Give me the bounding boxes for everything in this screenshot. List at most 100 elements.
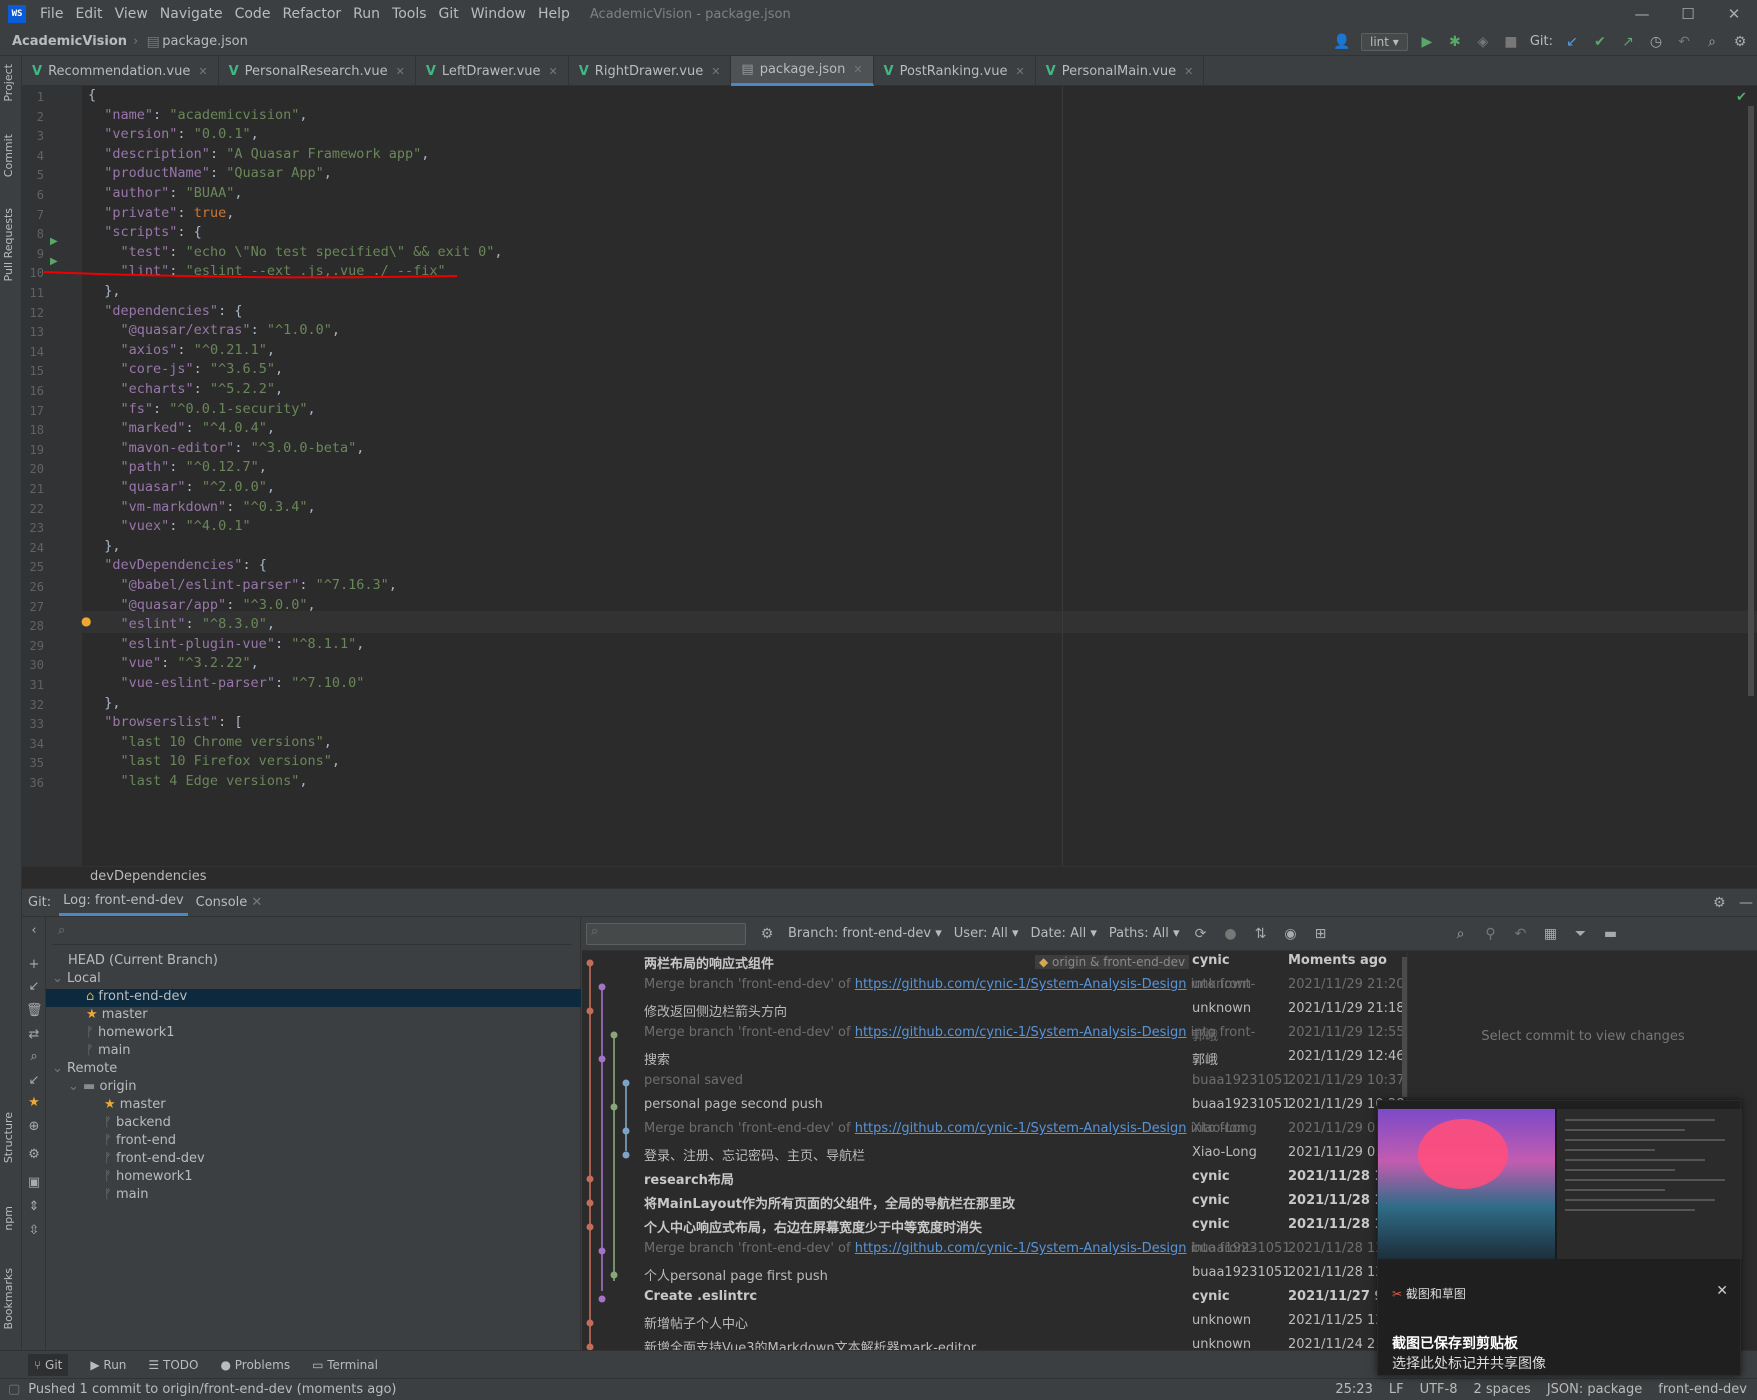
code-line[interactable]: {	[88, 87, 96, 103]
code-line[interactable]: "core-js": "^3.6.5",	[88, 361, 284, 377]
code-line[interactable]: "@quasar/extras": "^1.0.0",	[88, 322, 340, 338]
inspection-ok-icon[interactable]: ✔	[1736, 90, 1747, 105]
menu-window[interactable]: Window	[465, 0, 532, 28]
tree-local-front-end-dev[interactable]: ⌂ front-end-dev	[46, 989, 581, 1007]
tree-head[interactable]: HEAD (Current Branch)	[68, 953, 218, 968]
run-config-select[interactable]: lint ▾	[1361, 32, 1408, 51]
hide-panel-icon[interactable]: —	[1739, 895, 1757, 911]
menu-tools[interactable]: Tools	[386, 0, 433, 28]
code-line[interactable]: "echarts": "^5.2.2",	[88, 381, 284, 397]
collapse-left-icon[interactable]: ‹	[26, 923, 42, 938]
code-line[interactable]: "eslint": "^8.3.0",	[88, 616, 275, 632]
breadcrumb-project[interactable]: AcademicVision	[12, 34, 127, 49]
compare-branch-icon[interactable]: ⇄	[26, 1027, 42, 1042]
commit-row[interactable]: personal saved buaa19231051 2021/11/29 10:…	[582, 1073, 1407, 1097]
detail-pin-icon[interactable]: ⚲	[1482, 926, 1500, 942]
bottom-tool-todo[interactable]: ☰ TODO	[148, 1358, 198, 1372]
code-line[interactable]: },	[88, 695, 120, 711]
rollback-icon[interactable]: ↶	[1675, 34, 1693, 50]
commit-row[interactable]: Merge branch 'front-end-dev' of https://…	[582, 1025, 1407, 1049]
commit-row[interactable]: 个人personal page first push buaa19231051 20…	[582, 1265, 1407, 1289]
menu-help[interactable]: Help	[532, 0, 576, 28]
log-search-input[interactable]: ⌕	[586, 922, 746, 945]
code-line[interactable]: "@quasar/app": "^3.0.0",	[88, 597, 316, 613]
menu-git[interactable]: Git	[433, 0, 465, 28]
code-line[interactable]: },	[88, 283, 120, 299]
editor-tab[interactable]: V RightDrawer.vue ✕	[569, 56, 732, 86]
intention-bulb-icon[interactable]: ●	[81, 614, 91, 628]
line-separator[interactable]: LF	[1389, 1382, 1404, 1397]
commit-row[interactable]: 个人中心响应式布局，右边在屏幕宽度少于中等宽度时消失 cynic 2021/11/2…	[582, 1217, 1407, 1241]
git-update-icon[interactable]: ↙	[1563, 34, 1581, 50]
menu-refactor[interactable]: Refactor	[276, 0, 347, 28]
code-line[interactable]: "test": "echo \"No test specified\" && e…	[88, 244, 503, 260]
code-line[interactable]: "scripts": {	[88, 224, 202, 240]
tab-close-icon[interactable]: ✕	[1184, 65, 1193, 78]
history-icon[interactable]: ◷	[1647, 34, 1665, 50]
file-encoding[interactable]: UTF-8	[1420, 1382, 1458, 1397]
commit-row[interactable]: personal page second push buaa19231051 202…	[582, 1097, 1407, 1121]
code-line[interactable]: "author": "BUAA",	[88, 185, 242, 201]
code-line[interactable]: "@babel/eslint-parser": "^7.16.3",	[88, 577, 397, 593]
tab-close-icon[interactable]: ✕	[1015, 65, 1024, 78]
status-window-icon[interactable]: ▢	[8, 1382, 20, 1397]
tool-npm[interactable]: npm	[2, 1206, 15, 1231]
favorite-star-icon[interactable]: ★	[26, 1095, 42, 1110]
commit-row[interactable]: 新增全面支持Vue3的Markdown文本解析器mark-editor unkno…	[582, 1337, 1407, 1351]
detail-revert-icon[interactable]: ↶	[1512, 926, 1530, 942]
filter-date[interactable]: Date: All ▾	[1030, 926, 1096, 941]
group-by-directory-icon[interactable]: ▣	[26, 1175, 42, 1190]
filter-paths[interactable]: Paths: All ▾	[1109, 926, 1180, 941]
commit-repo-link[interactable]: https://github.com/cynic-1/System-Analys…	[855, 1241, 1187, 1256]
code-line[interactable]: "marked": "^4.0.4",	[88, 420, 275, 436]
tree-local[interactable]: ⌄ Local	[52, 971, 101, 986]
layout-icon[interactable]: ▬	[1602, 926, 1620, 942]
code-line[interactable]: "path": "^0.12.7",	[88, 459, 267, 475]
commit-row[interactable]: Merge branch 'front-end-dev' of https://…	[582, 1121, 1407, 1145]
code-line[interactable]: "last 10 Chrome versions",	[88, 734, 332, 750]
menu-edit[interactable]: Edit	[69, 0, 108, 28]
run-icon[interactable]: ▶	[1418, 34, 1436, 50]
editor-breadcrumb[interactable]: devDependencies	[22, 866, 1757, 888]
code-line[interactable]: "last 10 Firefox versions",	[88, 753, 340, 769]
branch-search-input[interactable]: ⌕	[52, 923, 572, 945]
commit-repo-link[interactable]: https://github.com/cynic-1/System-Analys…	[855, 1121, 1187, 1136]
tab-close-icon[interactable]: ✕	[396, 65, 405, 78]
current-branch[interactable]: front-end-dev	[1658, 1382, 1747, 1397]
filter-branch[interactable]: Branch: front-end-dev ▾	[788, 926, 942, 941]
menu-view[interactable]: View	[109, 0, 154, 28]
refresh-icon[interactable]: ⟳	[1192, 926, 1210, 942]
tree-local-master[interactable]: ★ master	[86, 1007, 148, 1022]
screenshot-thumbnail[interactable]	[1378, 1109, 1742, 1259]
settings-gear-icon[interactable]: ⚙	[1731, 34, 1749, 50]
stop-icon[interactable]: ■	[1502, 34, 1520, 50]
menu-file[interactable]: File	[34, 0, 69, 28]
delete-branch-icon[interactable]: 🗑	[26, 1003, 43, 1018]
maximize-icon[interactable]: ☐	[1665, 5, 1711, 23]
bottom-tool-git[interactable]: ⑂ Git	[28, 1353, 69, 1376]
search-branch-icon[interactable]: ⌕	[26, 1049, 42, 1064]
tab-git-log[interactable]: Log: front-end-dev	[59, 889, 188, 916]
code-line[interactable]: "browserslist": [	[88, 714, 242, 730]
tool-commit[interactable]: Commit	[2, 134, 15, 177]
editor-tab[interactable]: V Recommendation.vue ✕	[22, 56, 219, 86]
code-line[interactable]: "version": "0.0.1",	[88, 126, 258, 142]
commit-row[interactable]: 两栏布局的响应式组件 ◆ origin & front-end-dev cynic M…	[582, 953, 1407, 977]
close-icon[interactable]: ✕	[1711, 5, 1757, 23]
tool-project[interactable]: Project	[2, 64, 15, 102]
git-commit-icon[interactable]: ✔	[1591, 34, 1609, 50]
locate-icon[interactable]: ⊕	[26, 1119, 42, 1134]
code-line[interactable]: "vuex": "^4.0.1"	[88, 518, 251, 534]
code-line[interactable]: "mavon-editor": "^3.0.0-beta",	[88, 440, 365, 456]
indent-setting[interactable]: 2 spaces	[1473, 1382, 1530, 1397]
user-icon[interactable]: 👤	[1333, 34, 1351, 50]
code-line[interactable]: "productName": "Quasar App",	[88, 165, 332, 181]
collapse-all-icon[interactable]: ⇳	[26, 1223, 42, 1238]
fetch-icon[interactable]: ↙	[26, 1073, 42, 1088]
run-script-test-icon[interactable]: ▶	[50, 236, 58, 247]
tree-remote-master[interactable]: ★ master	[104, 1097, 166, 1112]
code-line[interactable]: "quasar": "^2.0.0",	[88, 479, 275, 495]
status-message[interactable]: Pushed 1 commit to origin/front-end-dev …	[28, 1382, 396, 1397]
menu-navigate[interactable]: Navigate	[154, 0, 229, 28]
tab-close-icon[interactable]: ✕	[711, 65, 720, 78]
